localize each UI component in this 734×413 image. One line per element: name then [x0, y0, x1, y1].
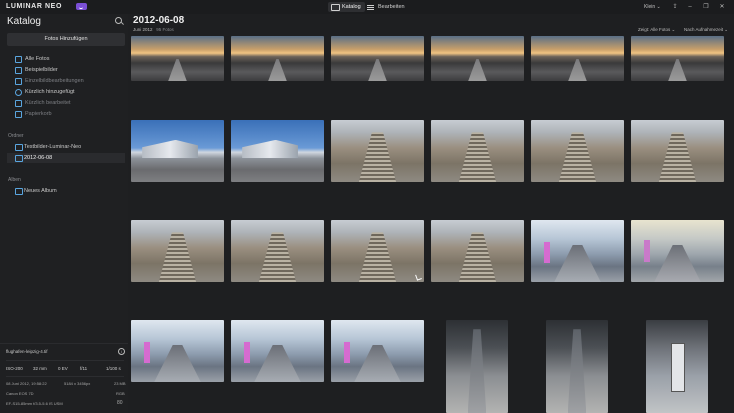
folder-item-selected[interactable]: 2012-06-08 — [7, 153, 125, 163]
sidebar-item-label: Kürzlich hinzugefügt — [25, 89, 75, 95]
single-edit-icon — [15, 78, 22, 85]
sidebar-item-all-photos[interactable]: Alle Fotos — [15, 54, 49, 64]
sample-icon — [15, 67, 22, 74]
photo-thumbnail[interactable] — [231, 220, 324, 282]
search-icon[interactable] — [115, 17, 122, 24]
size-menu-label: Klein — [644, 4, 656, 10]
photo-thumbnail[interactable] — [131, 320, 224, 382]
tab-catalog[interactable]: Katalog — [328, 2, 365, 12]
tab-edit[interactable]: Bearbeiten — [364, 2, 409, 12]
albums-heading: Alben — [8, 177, 21, 183]
photo-thumbnail[interactable] — [131, 220, 224, 282]
meta-dimensions: 5184 x 3456px — [64, 381, 91, 386]
photo-thumbnail[interactable] — [331, 320, 424, 382]
photo-thumbnail[interactable] — [631, 120, 724, 182]
divider — [6, 360, 124, 361]
edit-icon — [367, 5, 374, 6]
exif-iso: ISO-200 — [6, 366, 23, 371]
sidebar-item-label: Alle Fotos — [25, 56, 50, 62]
meta-camera: Canon EOS 7D — [6, 391, 34, 396]
exif-aperture: f/11 — [80, 366, 88, 371]
folders-heading: Ordner — [8, 133, 24, 139]
tab-catalog-label: Katalog — [342, 4, 361, 10]
folder-icon — [15, 144, 23, 151]
exif-shutter: 1/100 s — [106, 366, 121, 371]
photo-thumbnail[interactable] — [231, 320, 324, 382]
filter-dropdown[interactable]: Zeigt: Alle Fotos ⌄ — [638, 27, 675, 33]
folder-label: Testbilder-Luminar-Neo — [24, 144, 82, 150]
sort-label: Nach Aufnahmezeit — [684, 27, 724, 32]
sidebar-title: Katalog — [7, 16, 41, 27]
sidebar-item-trash[interactable]: Papierkorb — [15, 109, 52, 119]
meta-colorspace: RGB — [116, 391, 125, 396]
photo-grid: 2012-06-08 Juni 2012 95 Fotos Zeigt: All… — [128, 14, 734, 413]
add-photos-button[interactable]: Fotos Hinzufügen — [7, 33, 125, 46]
photo-thumbnail[interactable] — [446, 320, 508, 413]
photo-thumbnail[interactable] — [131, 120, 224, 182]
size-menu[interactable]: Klein ⌄ — [644, 2, 661, 12]
meta-datetime: 08 Juni 2012, 19:58:22 — [6, 381, 47, 386]
folder-item[interactable]: Testbilder-Luminar-Neo — [7, 142, 125, 152]
photo-thumbnail[interactable] — [231, 120, 324, 182]
minimize-icon[interactable]: – — [686, 3, 694, 11]
folder-icon — [15, 155, 23, 162]
sort-dropdown[interactable]: Nach Aufnahmezeit ⌄ — [684, 27, 728, 33]
meta-badge: 80 — [117, 400, 123, 406]
sidebar-item-label: Beispielbilder — [25, 67, 58, 73]
photo-thumbnail[interactable] — [231, 36, 324, 81]
sidebar-item-single-edits[interactable]: Einzelbildbearbeitungen — [15, 76, 84, 86]
sidebar-item-recently-added[interactable]: Kürzlich hinzugefügt — [15, 87, 75, 97]
photo-thumbnail[interactable] — [331, 120, 424, 182]
exif-focal: 32 mm — [33, 366, 47, 371]
photo-thumbnail[interactable] — [631, 220, 724, 282]
photo-thumbnail[interactable] — [431, 36, 524, 81]
album-icon — [15, 188, 23, 195]
photo-thumbnail[interactable] — [431, 220, 524, 282]
catalog-icon — [331, 4, 340, 11]
photo-thumbnail[interactable] — [631, 36, 724, 81]
page-title: 2012-06-08 — [133, 15, 185, 26]
photo-thumbnail[interactable] — [646, 320, 708, 413]
divider — [6, 376, 124, 377]
tab-edit-label: Bearbeiten — [378, 4, 405, 10]
photo-thumbnail[interactable] — [131, 36, 224, 81]
page-subtitle: Juni 2012 95 Fotos — [133, 27, 174, 32]
sidebar-item-samples[interactable]: Beispielbilder — [15, 65, 58, 75]
info-filename: flughafen-leipzig-4.tif — [6, 349, 48, 354]
trash-icon — [15, 111, 22, 118]
photo-thumbnail[interactable] — [331, 220, 424, 282]
photo-thumbnail[interactable] — [531, 36, 624, 81]
album-item[interactable]: Neues Album — [7, 186, 125, 196]
photo-thumbnail[interactable] — [431, 120, 524, 182]
restore-icon[interactable]: ❐ — [702, 3, 710, 11]
info-icon[interactable]: i — [118, 348, 125, 355]
title-bar: LUMINAR NEO Katalog Bearbeiten Klein ⌄ ⇪… — [0, 0, 734, 14]
recent-edited-icon — [15, 100, 22, 107]
sidebar-item-label: Papierkorb — [25, 111, 52, 117]
photo-thumbnail[interactable] — [531, 220, 624, 282]
sidebar-item-recently-edited[interactable]: Kürzlich bearbeitet — [15, 98, 71, 108]
sidebar-item-label: Einzelbildbearbeitungen — [25, 78, 84, 84]
photo-thumbnail[interactable] — [331, 36, 424, 81]
subtitle-count: 95 Fotos — [156, 27, 174, 32]
close-icon[interactable]: ✕ — [718, 3, 726, 11]
filter-label: Zeigt: Alle Fotos — [638, 27, 671, 32]
recent-added-icon — [15, 89, 22, 96]
photo-thumbnail[interactable] — [546, 320, 608, 413]
share-icon[interactable]: ⇪ — [671, 3, 679, 11]
plus-badge-icon[interactable] — [76, 3, 87, 10]
subtitle-date: Juni 2012 — [133, 27, 153, 32]
info-panel: flughafen-leipzig-4.tif i ISO-200 32 mm … — [0, 343, 128, 413]
photo-thumbnail[interactable] — [531, 120, 624, 182]
app-logo: LUMINAR NEO — [6, 3, 62, 10]
exif-ev: 0 EV — [58, 366, 68, 371]
album-label: Neues Album — [24, 188, 57, 194]
sidebar-item-label: Kürzlich bearbeitet — [25, 100, 71, 106]
photos-icon — [15, 56, 22, 63]
folder-label: 2012-06-08 — [24, 155, 53, 161]
meta-lens: EF-S15-85mm f/3.5-5.6 IS USM — [6, 401, 63, 406]
meta-filesize: 23 MB — [114, 381, 126, 386]
